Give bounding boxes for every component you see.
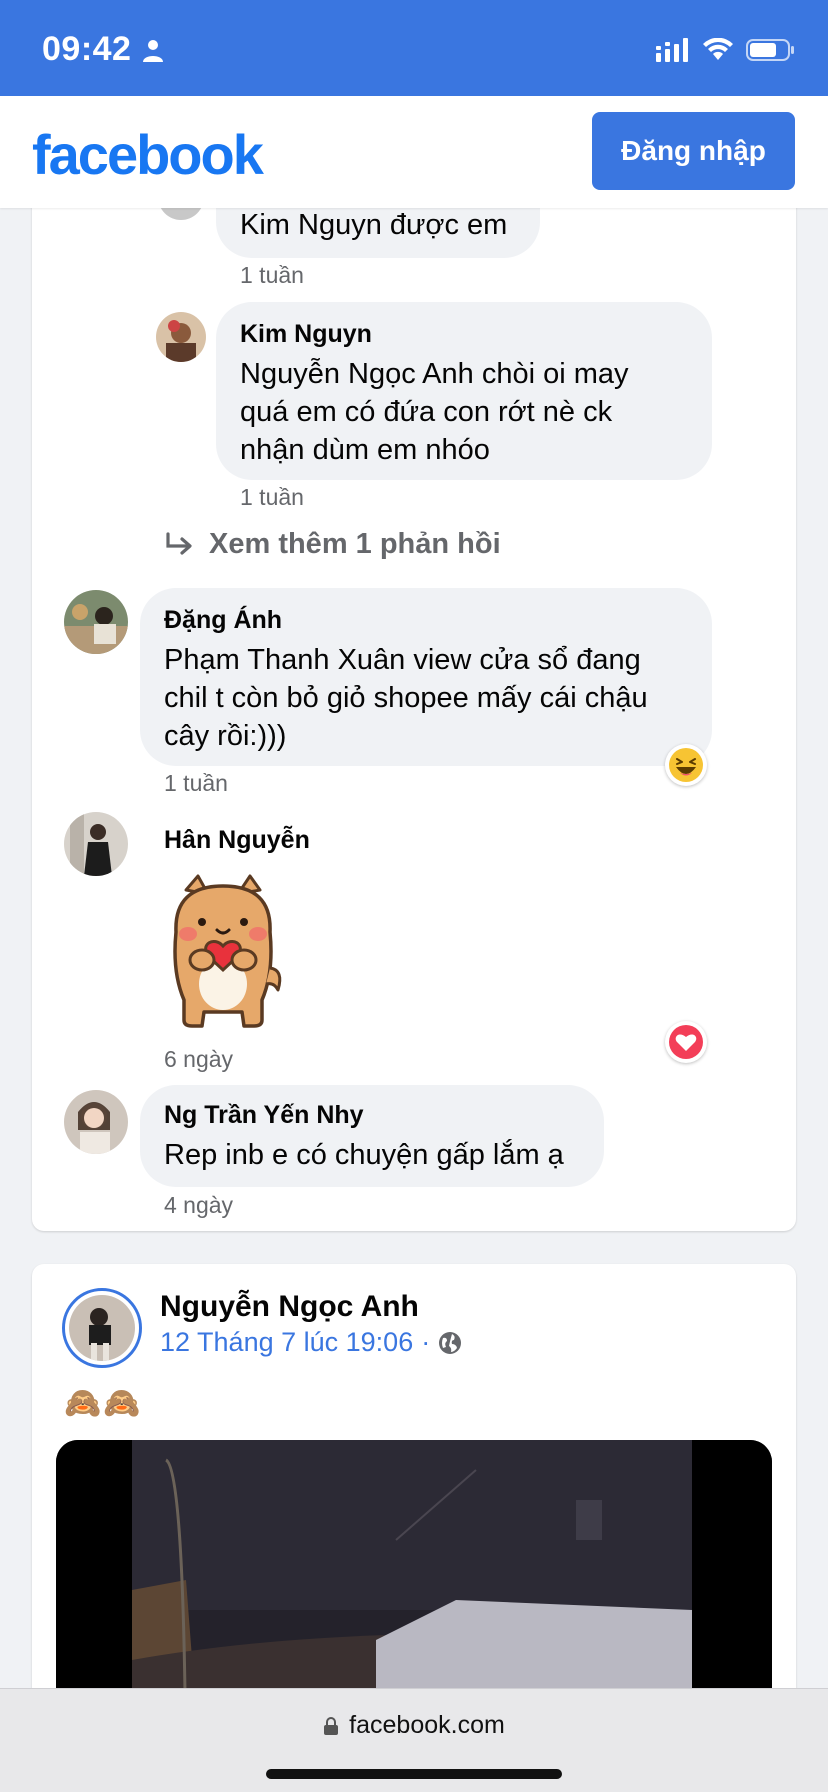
wifi-icon <box>703 38 733 60</box>
comment-time[interactable]: 1 tuần <box>240 484 304 511</box>
commenter-avatar[interactable] <box>64 812 128 876</box>
status-bar: 09:42 <box>0 0 828 96</box>
commenter-name[interactable]: Kim Nguyn <box>240 320 688 349</box>
commenter-name[interactable]: Hân Nguyễn <box>164 826 310 855</box>
commenter-avatar[interactable] <box>64 590 128 654</box>
comment-time[interactable]: 1 tuần <box>164 770 228 797</box>
commenter-avatar[interactable] <box>64 1090 128 1154</box>
comment-text-line: Phạm Thanh Xuân view cửa sổ đang <box>164 644 641 676</box>
comment-text-line: chil t còn bỏ giỏ shopee mấy cái chậu <box>164 682 648 714</box>
home-indicator[interactable] <box>266 1769 562 1779</box>
comment-text-line: quá em có đứa con rớt nè ck <box>240 396 613 428</box>
comment-text: Kim Nguyn được em <box>240 209 508 241</box>
comment-time[interactable]: 6 ngày <box>164 1046 233 1073</box>
commenter-name[interactable]: Ng Trần Yến Nhy <box>164 1101 580 1130</box>
haha-icon <box>669 748 703 782</box>
battery-icon <box>746 39 794 61</box>
status-indicators <box>656 34 796 66</box>
shiba-heart-sticker[interactable] <box>158 872 288 1032</box>
post-author-avatar[interactable] <box>62 1288 142 1368</box>
person-icon <box>143 40 163 62</box>
post-meta: 12 Tháng 7 lúc 19:06 · <box>160 1327 462 1358</box>
comment-text-line: nhận dùm em nhóo <box>240 434 490 466</box>
view-more-replies-link[interactable]: Xem thêm 1 phản hồi <box>165 528 501 561</box>
love-icon <box>669 1025 703 1059</box>
signal-icon <box>656 38 688 62</box>
post-author-name[interactable]: Nguyễn Ngọc Anh <box>160 1290 419 1324</box>
browser-bottom-bar: facebook.com <box>0 1688 828 1792</box>
post-caption: 🙈🙈 <box>64 1387 143 1420</box>
facebook-header: facebook Đăng nhập <box>0 96 828 208</box>
comment-text-line: cây rồi:))) <box>164 720 287 752</box>
comment-time[interactable]: 4 ngày <box>164 1192 233 1219</box>
login-button[interactable]: Đăng nhập <box>592 112 795 190</box>
status-time: 09:42 <box>42 30 132 68</box>
url-bar[interactable]: facebook.com <box>0 1711 828 1740</box>
haha-reaction[interactable] <box>665 744 707 786</box>
love-reaction[interactable] <box>665 1021 707 1063</box>
lock-icon <box>324 1716 339 1735</box>
comments-card: Kim Nguyn được em 1 tuần Kim Nguyn Nguyễ… <box>32 160 796 1231</box>
comment-bubble: Ng Trần Yến Nhy Rep inb e có chuyện gấp … <box>140 1085 604 1187</box>
comment-time[interactable]: 1 tuần <box>240 262 304 289</box>
globe-icon <box>439 1331 462 1354</box>
commenter-avatar[interactable] <box>156 312 206 362</box>
facebook-logo[interactable]: facebook <box>32 122 264 187</box>
meta-separator: · <box>421 1327 431 1357</box>
url-text: facebook.com <box>349 1711 505 1739</box>
post-timestamp[interactable]: 12 Tháng 7 lúc 19:06 <box>160 1327 413 1358</box>
comment-bubble: Kim Nguyn Nguyễn Ngọc Anh chòi oi may qu… <box>216 302 712 480</box>
view-more-replies-label: Xem thêm 1 phản hồi <box>209 528 501 560</box>
comment-text: Rep inb e có chuyện gấp lắm ạ <box>164 1139 564 1171</box>
comment-text-line: Nguyễn Ngọc Anh chòi oi may <box>240 358 629 390</box>
commenter-name[interactable]: Đặng Ánh <box>164 606 688 635</box>
comment-bubble: Đặng Ánh Phạm Thanh Xuân view cửa sổ đan… <box>140 588 712 766</box>
reply-arrow-icon <box>166 531 192 555</box>
